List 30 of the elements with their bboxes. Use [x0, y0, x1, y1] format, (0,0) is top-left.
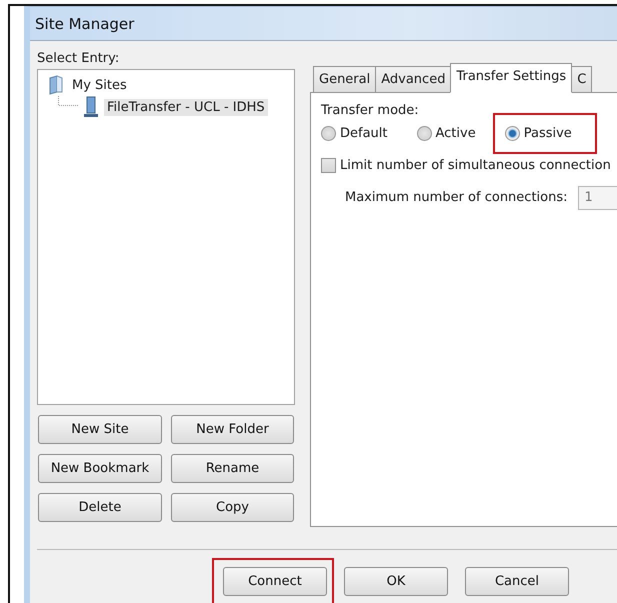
tree-item[interactable]: FileTransfer - UCL - IDHS	[104, 98, 268, 116]
transfer-mode-label: Transfer mode:	[321, 102, 420, 118]
site-button[interactable]: New Bookmark	[38, 454, 162, 483]
site-button[interactable]: New Folder	[171, 415, 294, 444]
window-title: Site Manager	[35, 14, 134, 32]
radio-label: Active	[436, 126, 476, 142]
site-button[interactable]: Delete	[38, 493, 162, 522]
select-entry-label: Select Entry:	[37, 51, 120, 66]
checkbox-label: Limit number of simultaneous connection	[340, 158, 611, 174]
checkbox[interactable]	[321, 158, 336, 174]
site-button[interactable]: Copy	[171, 493, 294, 522]
folder-icon	[48, 75, 64, 95]
tab[interactable]: Transfer Settings	[450, 62, 572, 93]
server-icon	[83, 96, 99, 118]
dialog-button[interactable]: Cancel	[465, 567, 569, 596]
tab[interactable]: C	[571, 66, 592, 92]
radio-button[interactable]	[504, 126, 520, 142]
tab[interactable]: Advanced	[375, 66, 452, 92]
radio-label: Passive	[524, 126, 572, 142]
tab[interactable]: General	[313, 66, 376, 92]
tree-connector-icon	[58, 96, 78, 106]
max-connections-label: Maximum number of connections:	[345, 190, 568, 206]
radio-button[interactable]	[321, 126, 336, 142]
radio-label: Default	[340, 126, 388, 142]
dialog-button[interactable]: Connect	[223, 567, 327, 596]
site-button[interactable]: Rename	[171, 454, 294, 483]
tree-item[interactable]: My Sites	[69, 76, 130, 94]
site-button[interactable]: New Site	[38, 415, 162, 444]
dialog-button[interactable]: OK	[344, 567, 448, 596]
radio-button[interactable]	[416, 126, 432, 142]
